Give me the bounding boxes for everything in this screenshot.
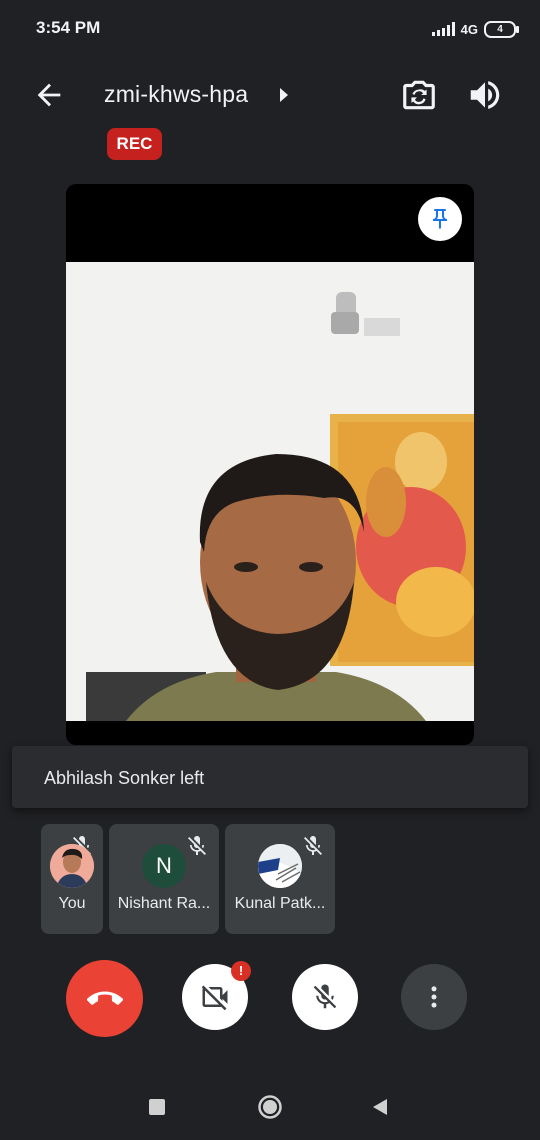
pin-button[interactable] [418, 197, 462, 241]
participant-name: You [58, 895, 86, 912]
participant-tile-you[interactable]: You [41, 824, 103, 934]
end-call-icon [86, 991, 123, 1005]
status-time: 3:54 PM [36, 18, 101, 37]
mic-off-icon [188, 836, 206, 855]
camera-off-icon [201, 985, 228, 1011]
avatar-photo [258, 844, 302, 888]
audio-output-button[interactable] [466, 76, 504, 114]
meeting-code[interactable]: zmi-khws-hpa [104, 81, 248, 108]
participant-left-toast: Abhilash Sonker left [12, 746, 528, 808]
mic-off-icon [304, 836, 322, 855]
video-frame-image [66, 262, 474, 721]
switch-camera-icon [403, 80, 435, 110]
end-call-button[interactable] [66, 960, 143, 1037]
camera-alert-mark: ! [238, 963, 244, 978]
avatar [50, 844, 94, 888]
avatar-letter: N [156, 853, 172, 878]
top-bar: zmi-khws-hpa [0, 66, 540, 122]
toast-message: Abhilash Sonker left [44, 768, 205, 788]
avatar: N [142, 844, 186, 888]
more-options-button[interactable] [401, 964, 467, 1030]
nav-back-icon[interactable] [370, 1097, 390, 1117]
pin-icon [433, 209, 447, 229]
avatar-photo [50, 844, 94, 888]
participant-video-feed [66, 262, 474, 721]
system-nav-bar [0, 1078, 540, 1134]
back-arrow-icon [37, 83, 61, 107]
more-options-icon [431, 986, 437, 1008]
participant-name: Kunal Patk... [234, 895, 326, 912]
battery-level: 4 [497, 23, 503, 35]
signal-icon [431, 22, 455, 36]
main-video-tile[interactable] [66, 184, 474, 745]
back-button[interactable] [32, 78, 66, 112]
caret-right-icon[interactable] [278, 87, 290, 103]
speaker-icon [470, 81, 500, 109]
switch-camera-button[interactable] [400, 76, 438, 114]
avatar [258, 844, 302, 888]
recording-label: REC [116, 134, 153, 153]
participant-name: Nishant Ra... [117, 895, 211, 912]
participant-tile-nishant[interactable]: N Nishant Ra... [109, 824, 219, 934]
home-icon[interactable] [257, 1094, 283, 1120]
camera-alert-badge: ! [231, 961, 251, 981]
microphone-toggle-button[interactable] [292, 964, 358, 1030]
status-indicators: 4G 4 [431, 19, 519, 39]
network-type: 4G [460, 21, 478, 37]
battery-icon: 4 [484, 20, 519, 38]
status-bar: 3:54 PM 4G 4 [0, 0, 540, 58]
recording-badge: REC [107, 128, 162, 160]
recents-icon[interactable] [149, 1099, 165, 1115]
participant-tile-kunal[interactable]: Kunal Patk... [225, 824, 335, 934]
mic-off-icon [313, 984, 337, 1009]
